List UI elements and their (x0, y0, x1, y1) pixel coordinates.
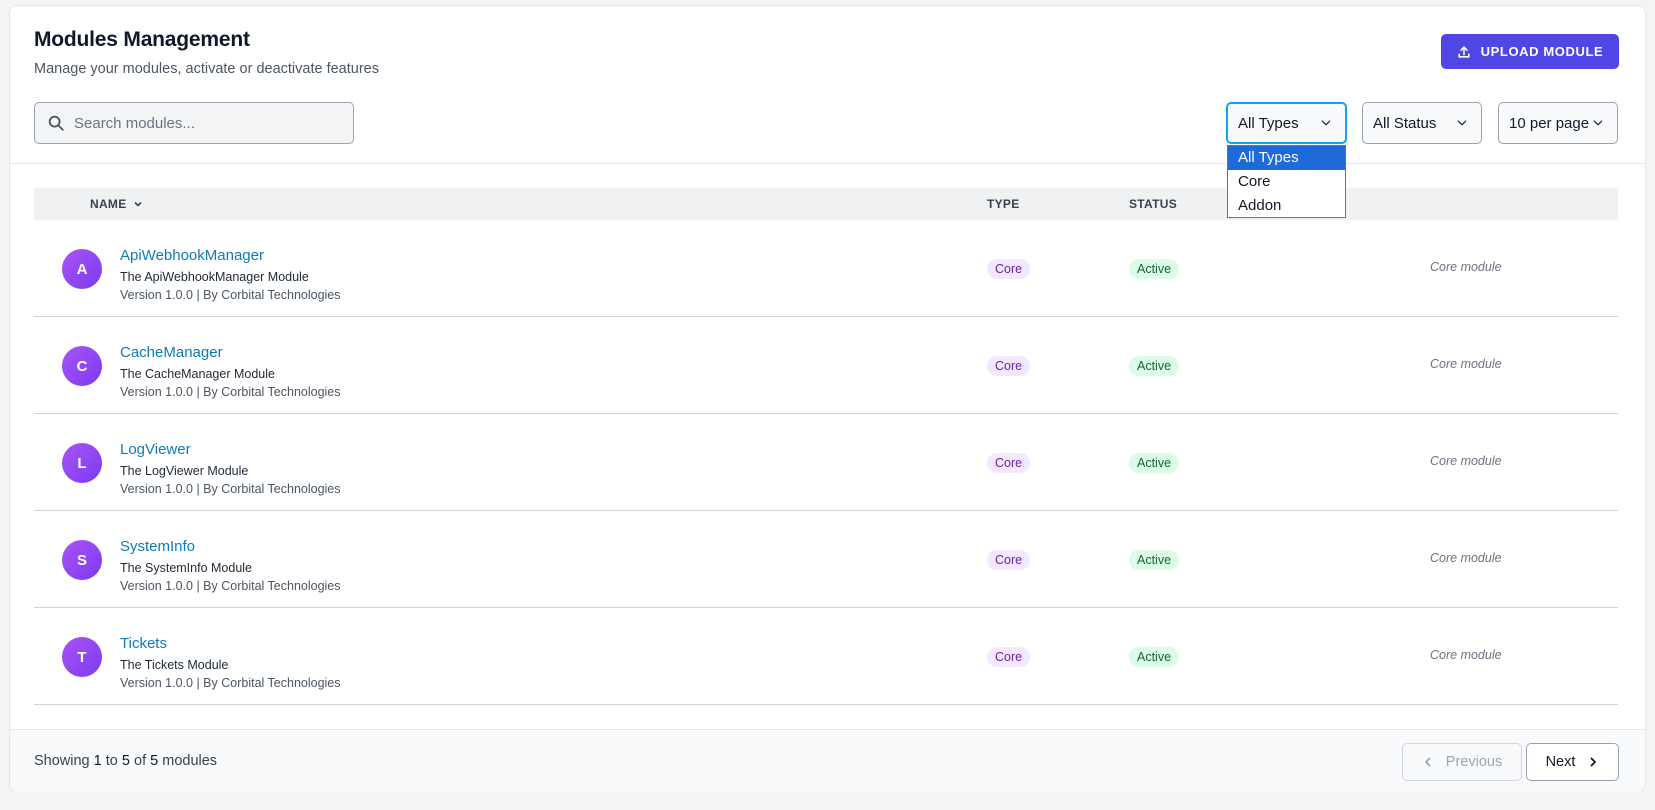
previous-page-button[interactable]: Previous (1402, 743, 1522, 781)
type-badge: Core (987, 453, 1031, 473)
showing-to: 5 (121, 753, 130, 769)
module-description: The SystemInfo Module (120, 561, 253, 575)
header-divider (10, 163, 1645, 164)
chevron-down-icon (1321, 120, 1331, 126)
table-row: T Tickets The Tickets Module Version 1.0… (34, 608, 1618, 705)
upload-icon (1458, 45, 1470, 58)
per-page-value: 10 per page (1509, 114, 1590, 132)
upload-module-label: UPLOAD MODULE (1480, 44, 1604, 59)
modules-table-body: A ApiWebhookManager The ApiWebhookManage… (34, 220, 1618, 705)
status-badge: Active (1129, 259, 1180, 279)
row-note: Core module (1430, 454, 1502, 468)
module-name-link[interactable]: LogViewer (120, 441, 191, 458)
upload-module-button[interactable]: UPLOAD MODULE (1441, 34, 1619, 69)
row-note: Core module (1430, 648, 1502, 662)
status-badge: Active (1129, 647, 1180, 667)
status-badge: Active (1129, 356, 1180, 376)
showing-of-word: of (134, 753, 147, 769)
sort-chevron-icon (134, 202, 141, 207)
module-description: The ApiWebhookManager Module (120, 270, 309, 284)
module-description: The CacheManager Module (120, 367, 275, 381)
row-note: Core module (1430, 551, 1502, 565)
table-header: NAME TYPE STATUS (34, 188, 1618, 220)
showing-prefix: Showing (34, 753, 90, 769)
avatar: A (62, 249, 102, 289)
module-meta: Version 1.0.0 | By Corbital Technologies (120, 579, 341, 593)
modules-card: Modules Management Manage your modules, … (9, 5, 1646, 792)
module-description: The LogViewer Module (120, 464, 249, 478)
showing-from: 1 (93, 753, 102, 769)
status-badge: Active (1129, 550, 1180, 570)
module-description: The Tickets Module (120, 658, 229, 672)
type-filter-dropdown: All Types Core Addon (1227, 145, 1346, 218)
status-filter-select[interactable]: All Status (1362, 102, 1482, 144)
chevron-left-icon (1424, 757, 1431, 767)
type-badge: Core (987, 259, 1031, 279)
table-row: A ApiWebhookManager The ApiWebhookManage… (34, 220, 1618, 317)
type-option-core[interactable]: Core (1228, 170, 1345, 194)
showing-total: 5 (150, 753, 159, 769)
module-meta: Version 1.0.0 | By Corbital Technologies (120, 385, 341, 399)
search-input[interactable] (74, 114, 334, 132)
module-meta: Version 1.0.0 | By Corbital Technologies (120, 482, 341, 496)
chevron-right-icon (1591, 757, 1597, 767)
module-name-link[interactable]: SystemInfo (120, 538, 195, 555)
type-filter-value: All Types (1238, 114, 1299, 132)
next-page-button[interactable]: Next (1526, 743, 1619, 781)
module-name-link[interactable]: CacheManager (120, 344, 223, 361)
column-name-label: NAME (90, 197, 127, 211)
chevron-down-icon (1457, 120, 1467, 126)
status-badge: Active (1129, 453, 1180, 473)
search-icon (48, 115, 64, 131)
table-row: S SystemInfo The SystemInfo Module Versi… (34, 511, 1618, 608)
avatar: C (62, 346, 102, 386)
avatar: T (62, 637, 102, 677)
chevron-down-icon (1593, 120, 1603, 126)
column-header-name[interactable]: NAME (90, 188, 143, 220)
search-box[interactable] (34, 102, 354, 144)
avatar: S (62, 540, 102, 580)
type-option-all[interactable]: All Types (1228, 146, 1345, 170)
table-footer: Showing 1 to 5 of 5 modules Previous Nex… (10, 729, 1645, 792)
page-title: Modules Management (34, 28, 250, 51)
showing-suffix: modules (162, 753, 218, 769)
table-row: C CacheManager The CacheManager Module V… (34, 317, 1618, 414)
type-badge: Core (987, 550, 1031, 570)
pagination-summary: Showing 1 to 5 of 5 modules (34, 753, 217, 769)
module-meta: Version 1.0.0 | By Corbital Technologies (120, 676, 341, 690)
avatar: L (62, 443, 102, 483)
per-page-select[interactable]: 10 per page (1498, 102, 1618, 144)
type-badge: Core (987, 356, 1031, 376)
column-header-status: STATUS (1129, 197, 1178, 211)
row-note: Core module (1430, 357, 1502, 371)
previous-label: Previous (1445, 754, 1503, 770)
module-meta: Version 1.0.0 | By Corbital Technologies (120, 288, 341, 302)
row-note: Core module (1430, 260, 1502, 274)
page-header: Modules Management Manage your modules, … (34, 28, 379, 77)
type-badge: Core (987, 647, 1031, 667)
column-header-type: TYPE (987, 197, 1020, 211)
table-row: L LogViewer The LogViewer Module Version… (34, 414, 1618, 511)
type-filter-select[interactable]: All Types (1226, 102, 1347, 144)
module-name-link[interactable]: ApiWebhookManager (120, 247, 264, 264)
page-subtitle: Manage your modules, activate or deactiv… (34, 61, 379, 77)
module-name-link[interactable]: Tickets (120, 635, 167, 652)
type-option-addon[interactable]: Addon (1228, 194, 1345, 218)
next-label: Next (1545, 754, 1576, 770)
status-filter-value: All Status (1373, 114, 1437, 132)
showing-to-word: to (105, 753, 118, 769)
